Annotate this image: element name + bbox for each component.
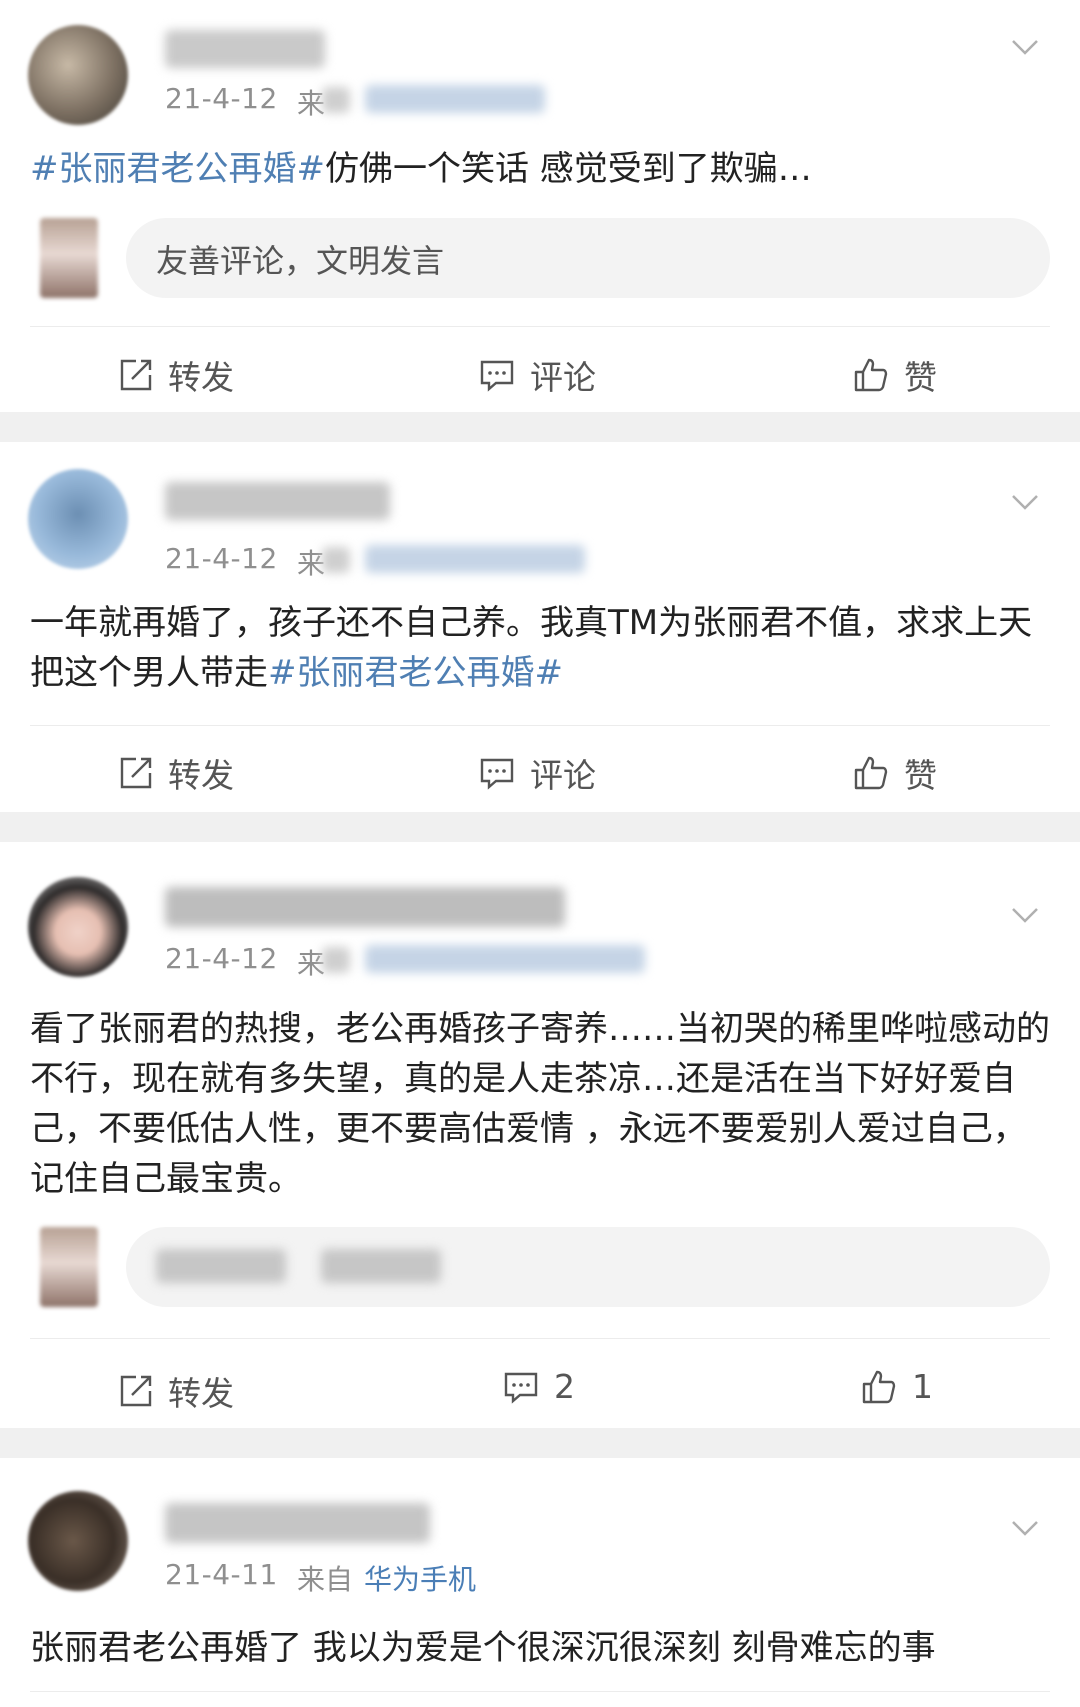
chevron-down-icon[interactable]: [1010, 32, 1040, 62]
like-button[interactable]: 赞: [852, 351, 937, 399]
divider: [30, 725, 1050, 726]
like-icon: [862, 1370, 896, 1403]
post-source-label: 来自: [297, 1563, 354, 1596]
comment-row: [30, 1227, 1050, 1307]
post-source-device[interactable]: 华为手机: [364, 1558, 476, 1598]
avatar[interactable]: [28, 25, 128, 125]
like-label: 赞: [904, 756, 937, 795]
post-source-label: 来: [297, 947, 326, 980]
repost-button[interactable]: 转发: [116, 351, 234, 399]
topic-tag[interactable]: #张丽君老公再婚#: [30, 149, 325, 189]
comment-input[interactable]: [126, 1227, 1050, 1307]
repost-icon: [120, 1375, 152, 1407]
source-blurred: [322, 547, 350, 573]
comment-button[interactable]: 评论: [478, 351, 596, 399]
post-source-label: 来: [297, 547, 326, 580]
username-blurred[interactable]: [165, 1503, 430, 1543]
repost-button[interactable]: 转发: [116, 749, 234, 797]
post-content: 张丽君老公再婚了 我以为爱是个很深沉很深刻 刻骨难忘的事: [30, 1623, 1050, 1673]
post-time: 21-4-12: [165, 542, 278, 575]
post-source-label: 来: [297, 87, 326, 120]
repost-label: 转发: [168, 756, 234, 795]
post-text: 看了张丽君的热搜，老公再婚孩子寄养……当初哭的稀里哗啦感动的不行，现在就有多失望…: [30, 1009, 1050, 1199]
like-count: 1: [912, 1367, 933, 1406]
post-card: 21-4-12 来 一年就再婚了，孩子还不自己养。我真TM为张丽君不值，求求上天…: [0, 442, 1080, 812]
source-device-blurred: [365, 545, 585, 573]
post-content: #张丽君老公再婚#仿佛一个笑话 感觉受到了欺骗…: [30, 144, 1050, 194]
separator: [0, 1428, 1080, 1458]
avatar[interactable]: [28, 469, 128, 569]
topic-tag[interactable]: #张丽君老公再婚#: [268, 653, 563, 693]
comment-button[interactable]: 评论: [478, 749, 596, 797]
separator: [0, 412, 1080, 442]
divider: [30, 326, 1050, 327]
comment-button[interactable]: 2: [502, 1367, 575, 1406]
chevron-down-icon[interactable]: [1010, 487, 1040, 517]
comment-placeholder-blurred: [156, 1249, 286, 1283]
comment-label: 评论: [530, 756, 596, 795]
comment-placeholder: 友善评论，文明发言: [156, 242, 445, 280]
post-card: 21-4-12 来 #张丽君老公再婚#仿佛一个笑话 感觉受到了欺骗… 友善评论，…: [0, 0, 1080, 412]
separator: [0, 812, 1080, 842]
like-button[interactable]: 1: [860, 1367, 933, 1406]
source-device-blurred: [365, 945, 645, 973]
comment-count: 2: [554, 1367, 575, 1406]
source-blurred: [322, 87, 350, 113]
comment-placeholder-blurred: [321, 1249, 441, 1283]
repost-label: 转发: [168, 358, 234, 397]
comment-row: 友善评论，文明发言: [30, 218, 1050, 298]
like-button[interactable]: 赞: [852, 749, 937, 797]
like-icon: [854, 358, 888, 392]
post-text: 张丽君老公再婚了 我以为爱是个很深沉很深刻 刻骨难忘的事: [30, 1628, 936, 1668]
post-text: 仿佛一个笑话 感觉受到了欺骗…: [324, 149, 812, 189]
post-card: 21-4-12 来 看了张丽君的热搜，老公再婚孩子寄养……当初哭的稀里哗啦感动的…: [0, 842, 1080, 1428]
divider: [30, 1338, 1050, 1339]
source-device-blurred: [365, 85, 545, 113]
username-blurred[interactable]: [165, 482, 390, 520]
chevron-down-icon[interactable]: [1010, 900, 1040, 930]
comment-input[interactable]: 友善评论，文明发言: [126, 218, 1050, 298]
post-time: 21-4-11: [165, 1558, 278, 1591]
post-time: 21-4-12: [165, 942, 278, 975]
post-card: 21-4-11 来自 华为手机 张丽君老公再婚了 我以为爱是个很深沉很深刻 刻骨…: [0, 1458, 1080, 1707]
avatar[interactable]: [28, 877, 128, 977]
post-content: 一年就再婚了，孩子还不自己养。我真TM为张丽君不值，求求上天把这个男人带走#张丽…: [30, 598, 1050, 698]
comment-icon: [480, 758, 514, 790]
comment-label: 评论: [530, 358, 596, 397]
comment-icon: [480, 360, 514, 392]
divider: [30, 1691, 1050, 1692]
repost-icon: [120, 757, 152, 789]
my-avatar: [40, 218, 98, 298]
post-content: 看了张丽君的热搜，老公再婚孩子寄养……当初哭的稀里哗啦感动的不行，现在就有多失望…: [30, 1004, 1050, 1204]
post-time: 21-4-12: [165, 82, 278, 115]
source-blurred: [322, 947, 350, 973]
my-avatar: [40, 1227, 98, 1307]
like-label: 赞: [904, 358, 937, 397]
like-icon: [854, 756, 888, 790]
chevron-down-icon[interactable]: [1010, 1513, 1040, 1543]
repost-icon: [120, 359, 152, 391]
repost-label: 转发: [168, 1374, 234, 1413]
avatar[interactable]: [28, 1491, 128, 1591]
username-blurred[interactable]: [165, 887, 565, 927]
repost-button[interactable]: 转发: [116, 1367, 234, 1415]
comment-icon: [504, 1372, 538, 1404]
username-blurred[interactable]: [165, 30, 325, 68]
